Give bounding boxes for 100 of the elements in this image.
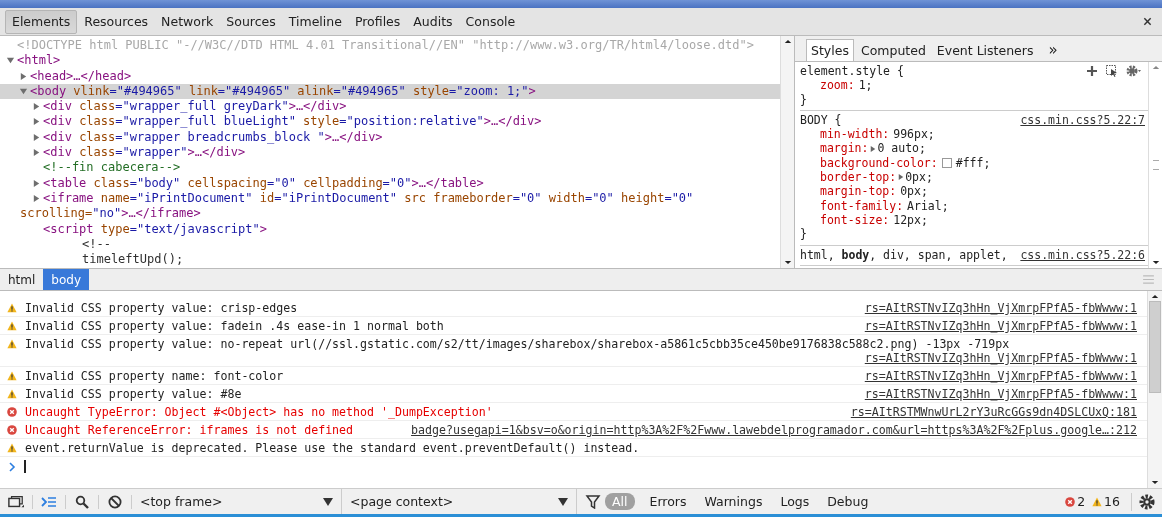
css-property-value[interactable]: Arial; xyxy=(907,198,949,213)
source-link[interactable]: rs=AItRSTNvIZq3hHn_VjXmrpFPfA5-fbWwww:1 xyxy=(844,301,1137,315)
source-link[interactable]: rs=AItRSTNvIZq3hHn_VjXmrpFPfA5-fbWwww:1 xyxy=(844,351,1137,365)
css-property-value[interactable]: 0px; xyxy=(900,184,928,199)
sidebar-tab[interactable]: Computed xyxy=(856,39,930,61)
filter-button[interactable]: Errors xyxy=(642,493,694,510)
scroll-up-arrow-icon[interactable] xyxy=(783,39,792,44)
expand-arrow-icon[interactable] xyxy=(898,173,905,182)
console-message: event.returnValue is deprecated. Please use the standard event.preventDefault() instead. xyxy=(25,441,640,455)
warning-icon xyxy=(7,443,17,453)
collapsed-arrow-icon[interactable] xyxy=(32,148,41,158)
cursor-select-icon[interactable] xyxy=(1106,65,1118,78)
console-message: Uncaught ReferenceError: iframes is not defined xyxy=(25,423,354,437)
css-property-value[interactable]: 12px; xyxy=(893,212,928,228)
css-property-name[interactable]: zoom: xyxy=(820,78,855,93)
expand-arrow-icon[interactable] xyxy=(870,144,877,153)
collapsed-arrow-icon[interactable] xyxy=(32,193,41,203)
css-property-value[interactable]: 996px; xyxy=(893,127,935,142)
caret-icon[interactable] xyxy=(558,497,568,506)
css-property-name[interactable]: font-size: xyxy=(820,212,890,228)
panel-tab[interactable]: Elements xyxy=(5,9,78,34)
css-property-value[interactable]: 0 auto; xyxy=(877,141,926,156)
collapsed-arrow-icon[interactable] xyxy=(32,178,41,188)
console-message: Invalid CSS property value: fadein .4s ease-in 1 normal both xyxy=(25,319,444,333)
dom-node-line[interactable]: <html> xyxy=(0,53,780,69)
expanded-arrow-icon[interactable] xyxy=(19,86,28,96)
scrollbar[interactable] xyxy=(780,36,794,268)
closing-brace: } xyxy=(800,227,808,242)
console-message: Invalid CSS property name: font-color xyxy=(25,369,284,383)
source-link[interactable]: rs=AItRSTNvIZq3hHn_VjXmrpFPfA5-fbWwww:1 xyxy=(844,369,1137,383)
expanded-arrow-icon[interactable] xyxy=(6,56,15,66)
warning-icon xyxy=(7,339,17,349)
console-message: Invalid CSS property value: no-repeat url(//ssl.gstatic.com/s2/tt/images/sharebox/sharebox-a5861c5cbb35ce450be9176838c588c2.png) -13px -719px xyxy=(25,337,1010,351)
scroll-down-arrow-icon[interactable] xyxy=(1151,260,1160,265)
stylesheet-link[interactable]: css.min.css?5.22:7 xyxy=(1020,112,1148,128)
css-property-value[interactable]: 1; xyxy=(858,78,873,93)
dom-node-line[interactable]: <table class="body" cellspacing="0" cellpadding="0">…</table> xyxy=(0,175,780,191)
panel-tab[interactable]: Resources xyxy=(78,9,155,34)
warning-icon xyxy=(7,389,17,399)
warning-icon xyxy=(7,303,17,313)
settings-icon[interactable] xyxy=(1126,65,1142,78)
warning-icon xyxy=(7,371,17,381)
dom-node-line[interactable]: <head>…</head> xyxy=(0,68,780,84)
scrollbar[interactable] xyxy=(1148,62,1162,268)
source-link[interactable]: rs=AItRSTNvIZq3hHn_VjXmrpFPfA5-fbWwww:1 xyxy=(844,387,1137,401)
close-icon[interactable] xyxy=(1143,17,1152,26)
collapsed-arrow-icon[interactable] xyxy=(32,102,41,112)
more-tabs-button[interactable]: » xyxy=(1044,39,1062,61)
error-icon xyxy=(1065,496,1076,507)
collapsed-arrow-icon[interactable] xyxy=(32,117,41,127)
plus-icon[interactable] xyxy=(1086,65,1098,78)
filter-button[interactable]: Debug xyxy=(820,493,876,510)
dom-node-line[interactable]: <script type="text/javascript"> xyxy=(0,221,780,237)
error-count[interactable]: 2 xyxy=(1077,494,1086,509)
source-link[interactable]: rs=AItRSTMWnwUrL2rY3uRcGGs9dn4DSLCUxQ:181 xyxy=(830,405,1137,419)
css-selector: BODY { xyxy=(800,112,842,128)
drag-handle-icon[interactable] xyxy=(1143,275,1154,284)
dom-node-line[interactable]: <div class="wrapper">…</div> xyxy=(0,145,780,161)
panel-tab[interactable]: Network xyxy=(155,9,220,34)
dom-node-line[interactable]: <iframe name="iPrintDocument" id="iPrintDocument" src frameborder="0" width="0" height="0" scrolling="no">…</iframe> xyxy=(0,190,780,222)
stylesheet-link[interactable]: css.min.css?5.22:6 xyxy=(1020,247,1148,262)
warning-count[interactable]: 16 xyxy=(1104,494,1120,509)
source-link[interactable]: badge?usegapi=1&bsv=o&origin=http%3A%2F%2Fwww.lawebdelprogramador.com&url=https%3A%2F%2Fplus.google…:212 xyxy=(391,423,1137,437)
css-property-name[interactable]: min-width: xyxy=(820,127,890,142)
css-property-name[interactable]: margin: xyxy=(820,141,869,156)
css-property-name[interactable]: font-family: xyxy=(820,198,904,213)
panel-tab[interactable]: Console xyxy=(459,9,522,34)
css-property-value[interactable]: #fff; xyxy=(955,155,991,171)
css-property-name[interactable]: margin-top: xyxy=(820,184,897,199)
sidebar-tab[interactable]: Event Listeners xyxy=(932,39,1038,61)
scroll-down-arrow-icon[interactable] xyxy=(1151,480,1159,485)
panel-tab[interactable]: Sources xyxy=(220,9,282,34)
css-property-name[interactable]: border-top: xyxy=(820,170,897,185)
dom-node-line[interactable]: <div class="wrapper_full blueLight" style="position:relative">…</div> xyxy=(0,114,780,130)
breadcrumb[interactable]: body xyxy=(43,269,90,290)
filter-button[interactable]: Logs xyxy=(773,493,817,510)
scrollbar[interactable] xyxy=(1147,291,1162,488)
collapsed-arrow-icon[interactable] xyxy=(32,132,41,142)
color-swatch[interactable] xyxy=(941,157,952,168)
source-link[interactable]: rs=AItRSTNvIZq3hHn_VjXmrpFPfA5-fbWwww:1 xyxy=(844,319,1137,333)
panel-tab[interactable]: Audits xyxy=(407,9,459,34)
error-icon xyxy=(7,425,17,435)
collapsed-arrow-icon[interactable] xyxy=(19,71,28,81)
css-property-value[interactable]: 0px; xyxy=(905,170,933,185)
error-icon xyxy=(7,407,17,417)
css-selector: element.style { xyxy=(800,64,904,79)
scroll-up-arrow-icon[interactable] xyxy=(1151,294,1159,299)
filter-button[interactable]: Warnings xyxy=(697,493,770,510)
dom-node-line[interactable]: timeleftUpd(); xyxy=(0,252,780,268)
panel-tab[interactable]: Profiles xyxy=(348,9,407,34)
breadcrumb[interactable]: html xyxy=(0,269,44,290)
panel-tab[interactable]: Timeline xyxy=(282,9,348,34)
caret-icon[interactable] xyxy=(323,497,333,506)
dom-node-line[interactable]: <div class="wrapper_full greyDark">…</div> xyxy=(0,99,780,115)
scroll-down-arrow-icon[interactable] xyxy=(783,260,792,265)
sidebar-tab[interactable]: Styles xyxy=(806,39,854,61)
css-property-name[interactable]: background-color: xyxy=(820,155,938,171)
dom-node-line[interactable]: <!--fin cabecera--> xyxy=(0,160,780,176)
dom-node-line[interactable]: <div class="wrapper breadcrumbs_block ">…</div> xyxy=(0,129,780,146)
dom-node-line[interactable]: <!-- xyxy=(0,236,780,253)
